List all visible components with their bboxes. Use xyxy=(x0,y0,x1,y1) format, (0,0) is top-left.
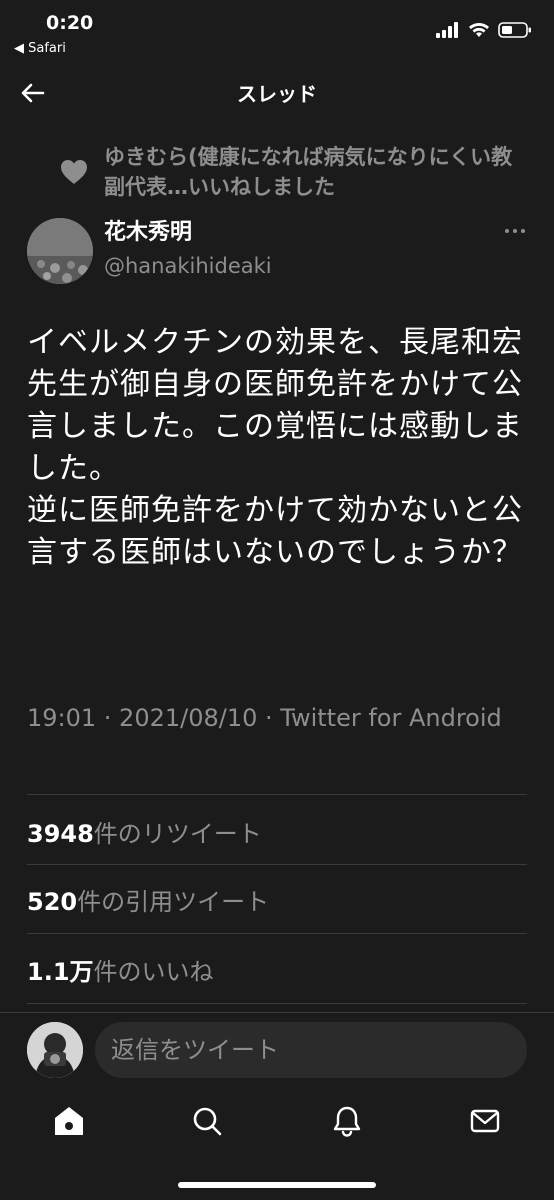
tweet-timestamp: 19:01 · 2021/08/10 · Twitter for Android xyxy=(27,704,502,732)
divider xyxy=(27,864,527,865)
bottom-tab-bar xyxy=(0,1090,554,1154)
tweet-text: イベルメクチンの効果を、長尾和宏先生が御自身の医師免許をかけて公言しました。この… xyxy=(27,325,523,570)
likes-count[interactable]: 1.1万件のいいね xyxy=(27,952,527,987)
search-icon[interactable] xyxy=(190,1104,224,1138)
more-options-icon[interactable] xyxy=(504,226,526,236)
author-avatar[interactable] xyxy=(27,218,93,284)
retweets-number: 3948 xyxy=(27,820,94,848)
retweets-count[interactable]: 3948件のリツイート xyxy=(27,814,527,849)
messages-icon[interactable] xyxy=(468,1104,502,1138)
reply-input[interactable] xyxy=(95,1022,527,1078)
author-handle[interactable]: @hanakihideaki xyxy=(104,254,272,278)
page-title: スレッド xyxy=(237,82,317,106)
notifications-icon[interactable] xyxy=(330,1104,364,1138)
divider xyxy=(27,794,527,795)
divider xyxy=(27,1003,527,1004)
likes-label: 件のいいね xyxy=(93,958,214,986)
reply-bar-divider xyxy=(0,1012,554,1013)
cellular-signal-icon xyxy=(436,22,458,38)
quotes-label: 件の引用ツイート xyxy=(77,888,270,916)
home-icon[interactable] xyxy=(52,1104,86,1138)
avatar-image xyxy=(27,218,93,284)
status-bar: 0:20 ◀ Safari xyxy=(0,0,554,62)
status-time: 0:20 xyxy=(46,12,94,34)
author-name[interactable]: 花木秀明 xyxy=(104,214,192,246)
back-to-app-link[interactable]: ◀ Safari xyxy=(14,41,66,56)
user-avatar[interactable] xyxy=(27,1022,83,1078)
divider xyxy=(27,933,527,934)
retweets-label: 件のリツイート xyxy=(93,820,262,848)
quotes-number: 520 xyxy=(27,888,78,916)
status-icons xyxy=(436,22,532,38)
social-context-text: ゆきむら(健康になれば病気になりにくい教副代表…いいねしました xyxy=(104,145,513,199)
heart-icon xyxy=(61,160,87,184)
quote-tweets-count[interactable]: 520件の引用ツイート xyxy=(27,882,527,917)
avatar-image xyxy=(27,1022,83,1078)
home-indicator xyxy=(178,1182,376,1188)
navigation-header: スレッド xyxy=(0,62,554,124)
wifi-icon xyxy=(469,23,489,37)
battery-icon xyxy=(498,22,531,38)
likes-number: 1.1万 xyxy=(27,958,94,986)
